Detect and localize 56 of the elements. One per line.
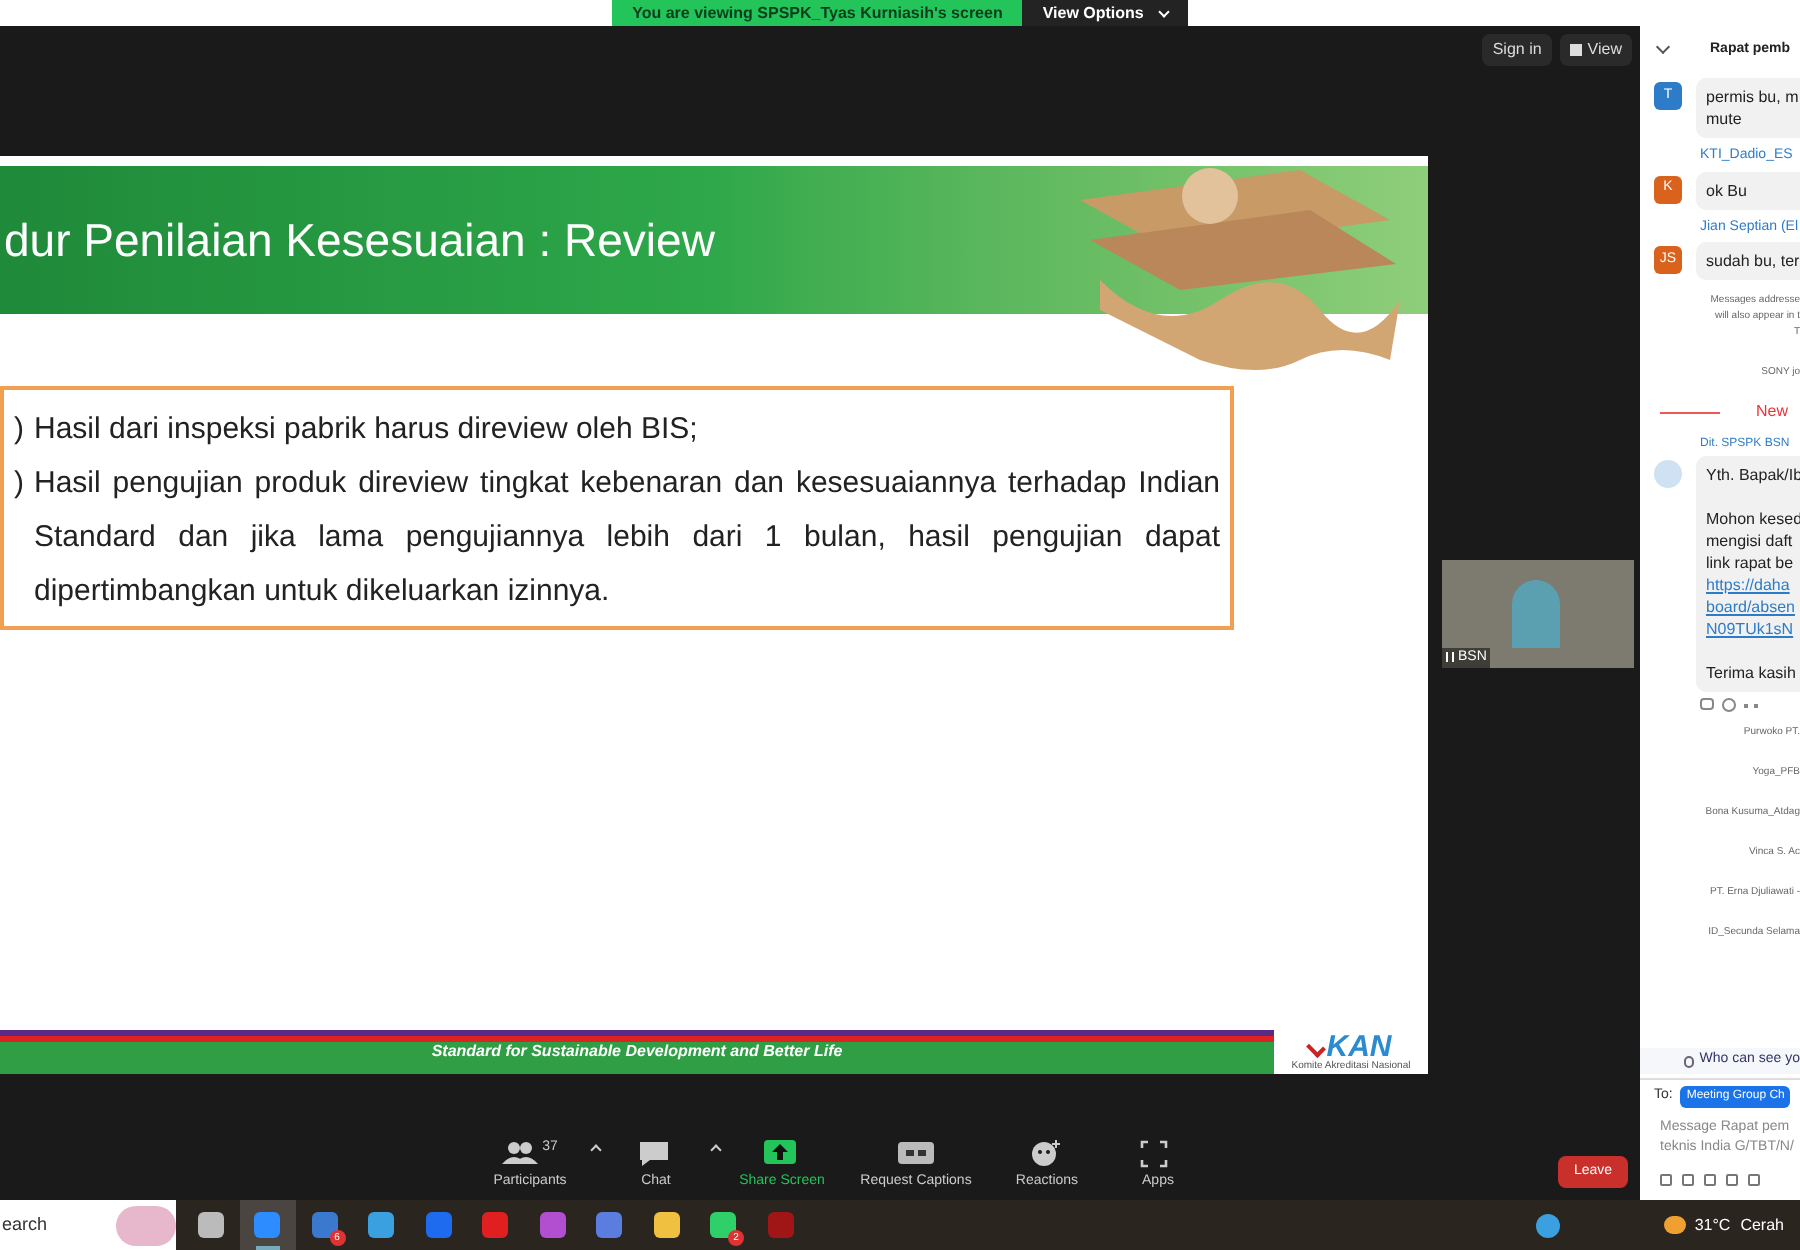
help-icon[interactable] (1536, 1213, 1561, 1237)
emoji-icon[interactable] (1726, 1174, 1738, 1186)
app-icon (710, 1212, 737, 1238)
app-icon (482, 1212, 509, 1238)
message-text: sudah bu, ter (1706, 250, 1800, 272)
list-marker: ) (12, 410, 26, 450)
app-icon (311, 1212, 338, 1238)
logo-text: KAN (1326, 1032, 1392, 1062)
message-text: ok Bu (1706, 179, 1749, 201)
list-marker: ) (12, 464, 26, 504)
view-options-button[interactable]: View Options (1022, 0, 1188, 26)
slide-title: dur Penilaian Kesesuaian : Review (4, 211, 715, 270)
app-icon (254, 1212, 281, 1238)
taskbar-search-box[interactable]: earch (0, 1200, 176, 1250)
taskbar-app-button[interactable] (239, 1200, 296, 1250)
organization-avatar-icon (1654, 460, 1682, 488)
app-icon (539, 1212, 566, 1238)
app-icon (197, 1212, 224, 1238)
smiley-icon (1029, 1140, 1065, 1168)
app-icon (425, 1212, 452, 1238)
sign-in-button[interactable]: Sign in (1482, 34, 1552, 66)
emoji-icon[interactable] (1722, 698, 1736, 712)
message-text: mengisi daft (1706, 530, 1795, 552)
message-link[interactable]: board/absen (1706, 596, 1800, 618)
cc-icon (898, 1140, 934, 1168)
speech-bubble-icon (638, 1140, 674, 1168)
new-messages-label: New (1756, 400, 1789, 424)
slide-bullet-text: Hasil dari inspeksi pabrik harus direview oleh BIS; (34, 410, 700, 450)
temperature-text: 31°C (1694, 1213, 1731, 1237)
weather-icon (1664, 1216, 1687, 1234)
message-text: Terima kasih (1706, 662, 1798, 684)
slide-bullet-text: Hasil pengujian produk direview tingkat kebenaran dan kesesuaiannya terhadap Indian Standard dan jika lama pengujiannya lebih dari 1 bulan, hasil pengujian dapat dipertimbangkan untuk dikeluarkan izinnya. (34, 464, 1220, 612)
file-icon[interactable] (1704, 1174, 1716, 1186)
signal-icon (1446, 652, 1454, 663)
person-silhouette (1512, 580, 1560, 648)
app-icon (653, 1212, 680, 1238)
app-icon (767, 1212, 794, 1238)
people-icon (502, 1140, 539, 1168)
format-icon[interactable] (1660, 1174, 1672, 1186)
banner-text: You are viewing SPSPK_Tyas Kurniasih's screen (612, 0, 1023, 26)
app-icon (368, 1212, 395, 1238)
screenshot-icon[interactable] (1682, 1174, 1694, 1186)
message-text: mute (1706, 108, 1744, 130)
slide-footer-text: Standard for Sustainable Development and Better Life (431, 1040, 843, 1064)
active-indicator (255, 1246, 279, 1250)
message-text: permis bu, m (1706, 86, 1800, 108)
app-icon (596, 1212, 623, 1238)
message-link[interactable]: N09TUk1sN (1706, 618, 1800, 640)
view-layout-icon (1569, 44, 1582, 56)
reply-icon[interactable] (1700, 698, 1714, 710)
weather-text: Cerah (1740, 1213, 1784, 1237)
divider-line (1660, 411, 1720, 413)
more-icon[interactable] (1748, 1174, 1760, 1186)
message-link[interactable]: https://daha (1706, 574, 1800, 596)
view-button[interactable]: View (1559, 34, 1632, 66)
message-text: link rapat be (1706, 552, 1796, 574)
